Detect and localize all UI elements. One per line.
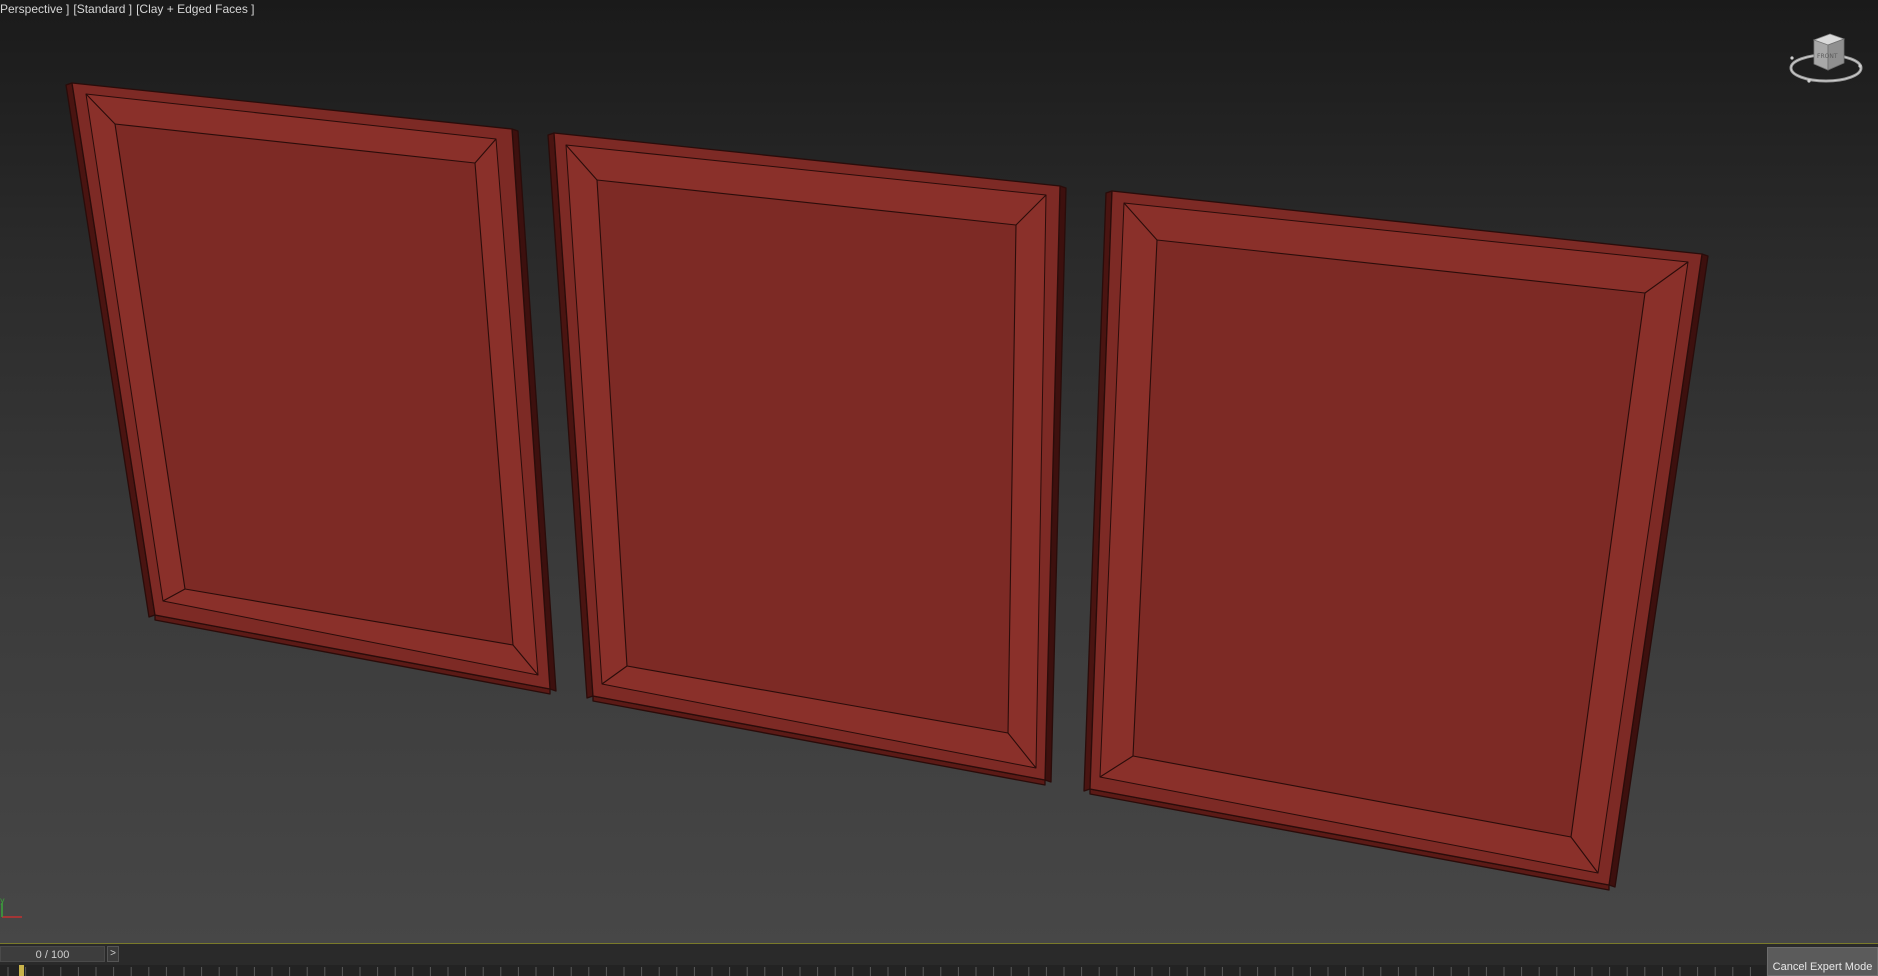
current-frame-marker[interactable] <box>19 965 24 976</box>
next-frame-button[interactable]: > <box>107 946 119 962</box>
frame-inner-panel <box>596 179 1017 734</box>
cancel-expert-mode-button[interactable]: Cancel Expert Mode <box>1767 947 1878 976</box>
track-bar-ticks <box>7 967 1751 976</box>
svg-text:FRONT: FRONT <box>1817 53 1838 60</box>
viewcube-icon[interactable]: FRONT <box>1786 26 1866 92</box>
track-bar[interactable] <box>0 965 1766 976</box>
frame-3[interactable] <box>1083 190 1709 891</box>
timeline-bar: 0 / 100 > Cancel Expert Mode <box>0 943 1878 976</box>
frame-inner-panel <box>1132 239 1646 838</box>
frame-1[interactable] <box>65 82 557 695</box>
perspective-viewport[interactable]: Perspective ] [Standard ] [Clay + Edged Fa… <box>0 0 1878 943</box>
frame-2[interactable] <box>547 132 1067 786</box>
axis-tripod-icon: y <box>0 896 22 918</box>
time-slider[interactable]: 0 / 100 <box>0 946 105 962</box>
picture-frames <box>65 82 1709 891</box>
scene-canvas[interactable] <box>0 0 1878 943</box>
axis-tripod-label: y <box>0 896 5 905</box>
